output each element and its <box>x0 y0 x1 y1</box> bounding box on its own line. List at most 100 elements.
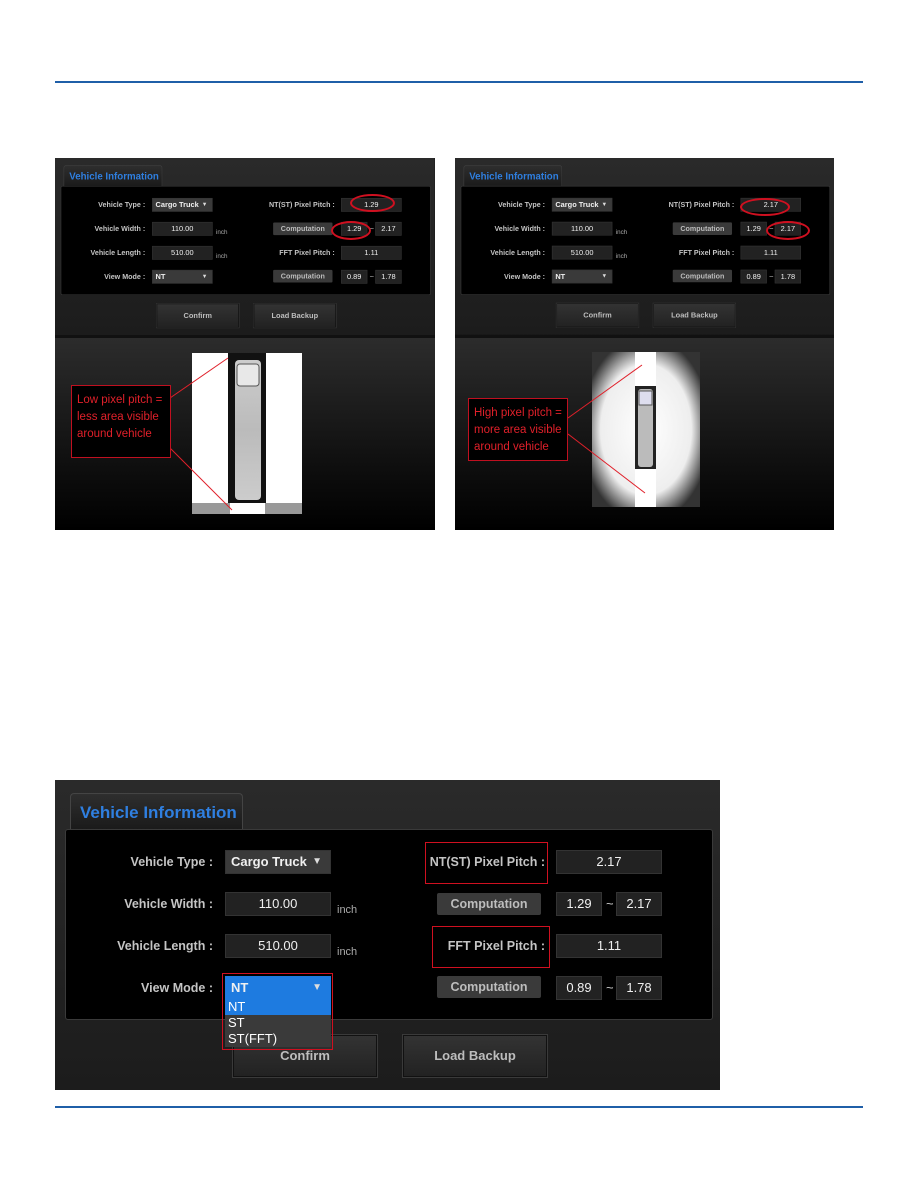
chevron-down-icon: ▼ <box>601 273 608 280</box>
vehicle-type-value: Cargo Truck <box>231 854 307 869</box>
range-tilde: ~ <box>769 272 774 281</box>
camera-preview: Low pixel pitch = less area visible arou… <box>55 338 435 530</box>
tab-vehicle-information[interactable]: Vehicle Information <box>70 793 243 830</box>
vehicle-type-value: Cargo Truck <box>155 200 199 209</box>
ntst-computation-button[interactable]: Computation <box>273 222 333 236</box>
chevron-down-icon: ▼ <box>201 201 208 208</box>
chevron-down-icon: ▼ <box>312 856 322 867</box>
vehicle-type-label: Vehicle Type : <box>98 200 146 209</box>
tab-vehicle-information[interactable]: Vehicle Information <box>463 165 563 187</box>
tab-vehicle-information[interactable]: Vehicle Information <box>63 165 163 187</box>
view-mode-value: NT <box>155 272 166 281</box>
load-backup-button[interactable]: Load Backup <box>653 303 736 328</box>
vehicle-type-select[interactable]: Cargo Truck ▼ <box>225 850 331 874</box>
tab-label: Vehicle Information <box>80 803 237 822</box>
ntst-min-value: 1.29 <box>740 221 767 236</box>
ntst-pixel-pitch-label: NT(ST) Pixel Pitch : <box>268 200 335 209</box>
length-unit: inch <box>337 946 358 958</box>
length-unit: inch <box>216 252 228 260</box>
annotation-note: High pixel pitch = more area visible aro… <box>468 398 568 461</box>
highlight-ellipse <box>331 221 371 240</box>
header-rule <box>55 81 863 83</box>
ntst-computation-button[interactable]: Computation <box>437 893 541 915</box>
truck-cab <box>236 363 260 387</box>
camera-preview: High pixel pitch = more area visible aro… <box>455 338 834 530</box>
chevron-down-icon: ▼ <box>601 201 608 208</box>
highlight-box <box>222 973 333 1050</box>
length-unit: inch <box>615 252 628 260</box>
vehicle-type-select[interactable]: Cargo Truck ▼ <box>551 197 613 212</box>
ntst-max-value: 2.17 <box>616 892 662 916</box>
vehicle-width-input[interactable]: 110.00 <box>152 221 213 236</box>
fft-pixel-pitch-input[interactable]: 1.11 <box>341 245 402 260</box>
fft-max-value: 1.78 <box>774 269 801 284</box>
ntst-min-value: 1.29 <box>556 892 602 916</box>
screenshot-high-pitch: Vehicle Information Vehicle Type : Cargo… <box>455 158 834 530</box>
fft-pixel-pitch-input[interactable]: 1.11 <box>556 934 662 958</box>
ntst-pixel-pitch-input[interactable]: 2.17 <box>556 850 662 874</box>
fft-pixel-pitch-input[interactable]: 1.11 <box>740 245 801 260</box>
footer-rule <box>55 1106 863 1108</box>
fft-pixel-pitch-label: FFT Pixel Pitch : <box>678 248 735 257</box>
fft-max-value: 1.78 <box>616 976 662 1000</box>
load-backup-button[interactable]: Load Backup <box>253 303 336 328</box>
tab-label: Vehicle Information <box>69 171 159 182</box>
vehicle-type-label: Vehicle Type : <box>130 855 213 869</box>
tab-label: Vehicle Information <box>469 171 559 182</box>
view-white-strip <box>230 503 265 514</box>
fft-min-value: 0.89 <box>556 976 602 1000</box>
view-mode-label: View Mode : <box>504 272 546 281</box>
view-mode-select[interactable]: NT ▼ <box>152 269 213 284</box>
vehicle-width-label: Vehicle Width : <box>94 224 146 233</box>
fft-min-value: 0.89 <box>341 269 368 284</box>
view-mode-label: View Mode : <box>104 272 146 281</box>
highlight-ellipse <box>740 198 790 216</box>
vehicle-width-input[interactable]: 110.00 <box>551 221 613 236</box>
vehicle-width-label: Vehicle Width : <box>124 897 213 911</box>
range-tilde: ~ <box>369 272 374 281</box>
screenshot-low-pitch: Vehicle Information Vehicle Type : Cargo… <box>55 158 435 530</box>
vehicle-width-input[interactable]: 110.00 <box>225 892 331 916</box>
chevron-down-icon: ▼ <box>201 273 208 280</box>
highlight-box <box>425 842 548 884</box>
vehicle-length-label: Vehicle Length : <box>490 248 546 257</box>
vehicle-info-form: Vehicle Information Vehicle Type : Cargo… <box>55 780 720 1090</box>
confirm-button[interactable]: Confirm <box>556 303 639 328</box>
ntst-computation-button[interactable]: Computation <box>672 222 733 235</box>
vehicle-type-select[interactable]: Cargo Truck ▼ <box>152 197 213 212</box>
fft-min-value: 0.89 <box>740 269 767 284</box>
fft-computation-button[interactable]: Computation <box>437 976 541 998</box>
highlight-ellipse <box>766 221 810 240</box>
vehicle-type-value: Cargo Truck <box>555 200 599 209</box>
vehicle-length-input[interactable]: 510.00 <box>225 934 331 958</box>
vehicle-width-label: Vehicle Width : <box>494 224 546 233</box>
vehicle-info-form: Vehicle Information Vehicle Type : Cargo… <box>55 158 435 336</box>
view-mode-value: NT <box>555 272 566 281</box>
vehicle-length-label: Vehicle Length : <box>117 939 213 953</box>
fft-computation-button[interactable]: Computation <box>273 269 333 283</box>
screenshot-view-mode: Vehicle Information Vehicle Type : Cargo… <box>55 780 720 1090</box>
width-unit: inch <box>615 228 628 236</box>
load-backup-button[interactable]: Load Backup <box>403 1035 547 1077</box>
ntst-pixel-pitch-label: NT(ST) Pixel Pitch : <box>668 200 735 209</box>
vehicle-length-label: Vehicle Length : <box>90 248 146 257</box>
confirm-button[interactable]: Confirm <box>156 303 239 328</box>
vehicle-info-form: Vehicle Information Vehicle Type : Cargo… <box>455 158 834 335</box>
vehicle-length-input[interactable]: 510.00 <box>551 245 613 260</box>
highlight-ellipse <box>350 194 395 212</box>
range-tilde: ~ <box>606 980 614 995</box>
fft-max-value: 1.78 <box>375 269 402 284</box>
width-unit: inch <box>337 904 358 916</box>
vehicle-type-label: Vehicle Type : <box>498 200 546 209</box>
range-tilde: ~ <box>606 896 614 911</box>
manual-page: Vehicle Information Vehicle Type : Cargo… <box>0 0 918 1188</box>
vehicle-length-input[interactable]: 510.00 <box>152 245 213 260</box>
ntst-max-value: 2.17 <box>375 221 402 236</box>
highlight-box <box>432 926 550 968</box>
view-mode-select[interactable]: NT ▼ <box>551 269 613 284</box>
fft-computation-button[interactable]: Computation <box>672 269 733 283</box>
annotation-note: Low pixel pitch = less area visible arou… <box>71 385 171 458</box>
width-unit: inch <box>216 228 228 236</box>
fft-pixel-pitch-label: FFT Pixel Pitch : <box>279 248 335 257</box>
view-mode-label: View Mode : <box>140 981 213 995</box>
